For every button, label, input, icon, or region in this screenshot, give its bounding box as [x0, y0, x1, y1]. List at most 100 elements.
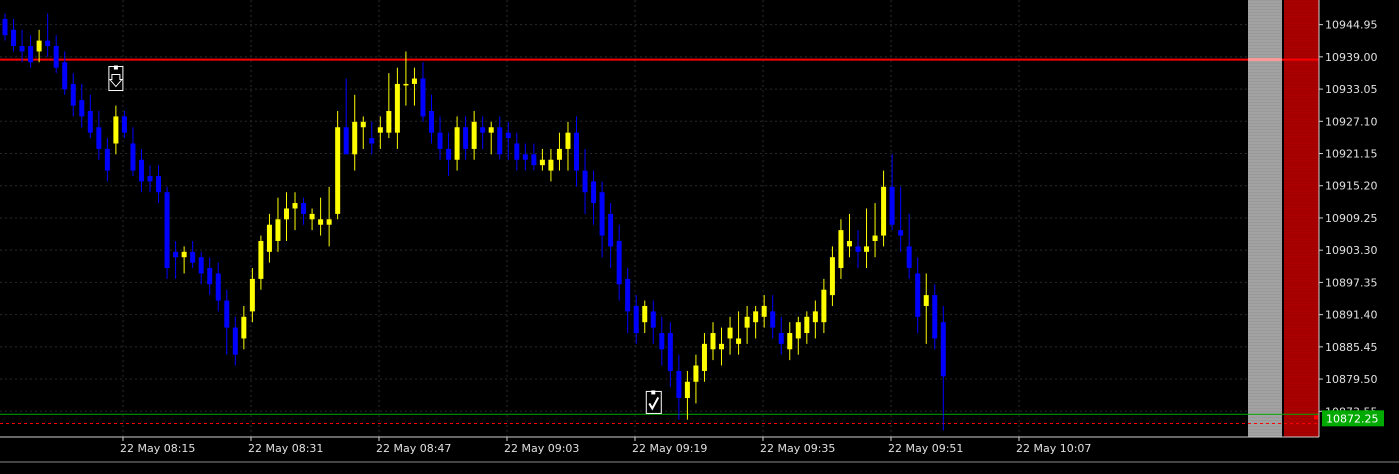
candle-bull[interactable] — [454, 127, 460, 160]
candle-bear[interactable] — [667, 333, 673, 371]
candle-bull[interactable] — [829, 257, 835, 296]
chart-window[interactable]: 10944.95 10939.00 10933.05 10927.10 10921.15… — [0, 0, 1399, 470]
candle-bull[interactable] — [411, 78, 417, 84]
candle-bear[interactable] — [28, 46, 34, 63]
candle-bear[interactable] — [531, 154, 537, 166]
candle-bear[interactable] — [616, 240, 622, 285]
candle-bull[interactable] — [113, 116, 119, 144]
candle-bear[interactable] — [906, 246, 912, 269]
candle-bear[interactable] — [207, 268, 213, 285]
candle-bull[interactable] — [318, 219, 324, 225]
candle-bear[interactable] — [79, 100, 85, 117]
candle-bear[interactable] — [70, 83, 76, 106]
candle-bull[interactable] — [881, 186, 887, 236]
candle-bear[interactable] — [463, 127, 469, 149]
candle-bear[interactable] — [770, 311, 776, 328]
candle-bear[interactable] — [915, 273, 921, 317]
candle-bull[interactable] — [548, 159, 554, 171]
candle-bull[interactable] — [488, 127, 494, 133]
candle-bear[interactable] — [121, 116, 127, 133]
candle-bull[interactable] — [727, 327, 733, 339]
candle-bull[interactable] — [923, 295, 929, 306]
candle-bear[interactable] — [599, 192, 605, 236]
candle-bull[interactable] — [736, 338, 742, 344]
candle-bull[interactable] — [684, 381, 690, 399]
candle-bull[interactable] — [377, 127, 383, 133]
candle-bear[interactable] — [522, 154, 528, 160]
check-icon[interactable] — [645, 390, 662, 414]
candle-bear[interactable] — [156, 175, 162, 193]
candle-bull[interactable] — [249, 278, 255, 312]
candle-bull[interactable] — [804, 316, 810, 334]
candle-bear[interactable] — [232, 327, 238, 355]
candle-bear[interactable] — [650, 311, 656, 328]
candle-bull[interactable] — [326, 219, 332, 225]
candle-bull[interactable] — [693, 365, 699, 382]
candle-bull[interactable] — [812, 311, 818, 323]
candle-bear[interactable] — [11, 29, 17, 47]
candle-bull[interactable] — [761, 305, 767, 317]
candle-bear[interactable] — [505, 132, 511, 139]
candle-bull[interactable] — [258, 240, 264, 279]
candle-bear[interactable] — [130, 143, 136, 171]
candle-bull[interactable] — [292, 203, 298, 209]
candle-bear[interactable] — [889, 186, 895, 225]
candle-bear[interactable] — [497, 127, 503, 155]
candle-bull[interactable] — [710, 333, 716, 350]
candle-bear[interactable] — [659, 333, 665, 350]
candle-bear[interactable] — [514, 143, 520, 160]
candle-bull[interactable] — [872, 235, 878, 241]
candle-bull[interactable] — [565, 132, 571, 149]
candle-bear[interactable] — [582, 170, 588, 193]
candle-bull[interactable] — [821, 289, 827, 323]
candle-bear[interactable] — [932, 295, 938, 339]
candle-bull[interactable] — [309, 213, 315, 220]
candle-bear[interactable] — [898, 230, 904, 236]
candlestick-chart[interactable]: 10944.95 10939.00 10933.05 10927.10 10921.15… — [0, 0, 1399, 470]
candle-bear[interactable] — [437, 132, 443, 149]
sell-arrow-icon[interactable] — [108, 65, 124, 92]
candle-bull[interactable] — [539, 159, 545, 166]
candle-bull[interactable] — [753, 311, 759, 323]
candle-bear[interactable] — [173, 251, 179, 258]
candle-bear[interactable] — [778, 333, 784, 344]
candle-bear[interactable] — [147, 175, 153, 182]
candle-bear[interactable] — [53, 46, 59, 68]
candle-bear[interactable] — [190, 251, 196, 263]
candle-bull[interactable] — [719, 343, 725, 350]
candle-bull[interactable] — [352, 121, 358, 155]
candle-bear[interactable] — [87, 111, 93, 133]
candle-bear[interactable] — [138, 159, 144, 182]
candle-bear[interactable] — [855, 246, 861, 252]
candle-bear[interactable] — [215, 273, 221, 301]
candle-bear[interactable] — [608, 213, 614, 247]
candle-bear[interactable] — [45, 40, 51, 47]
candle-bull[interactable] — [275, 219, 281, 241]
candle-bull[interactable] — [335, 127, 341, 214]
candle-bull[interactable] — [266, 224, 272, 252]
candle-bull[interactable] — [701, 343, 707, 371]
candle-bull[interactable] — [283, 208, 289, 220]
candle-bull[interactable] — [864, 246, 870, 252]
candle-bear[interactable] — [62, 62, 68, 90]
candle-bull[interactable] — [394, 83, 400, 133]
candle-bear[interactable] — [224, 300, 230, 328]
candle-bear[interactable] — [301, 203, 307, 214]
candle-bear[interactable] — [2, 18, 8, 36]
candle-bull[interactable] — [181, 251, 187, 258]
candle-bear[interactable] — [369, 138, 375, 144]
candle-bull[interactable] — [36, 40, 42, 52]
candle-bull[interactable] — [846, 240, 852, 247]
candle-bull[interactable] — [471, 121, 477, 149]
candle-bear[interactable] — [633, 305, 639, 334]
candle-bull[interactable] — [744, 316, 750, 328]
candle-bear[interactable] — [198, 257, 204, 274]
candle-bull[interactable] — [360, 121, 366, 128]
candle-bull[interactable] — [386, 111, 392, 133]
candle-bull[interactable] — [403, 83, 409, 86]
candle-bear[interactable] — [574, 132, 580, 171]
candle-bear[interactable] — [480, 127, 486, 133]
candle-bear[interactable] — [420, 78, 426, 117]
candle-bull[interactable] — [787, 333, 793, 350]
candle-bull[interactable] — [241, 316, 247, 339]
